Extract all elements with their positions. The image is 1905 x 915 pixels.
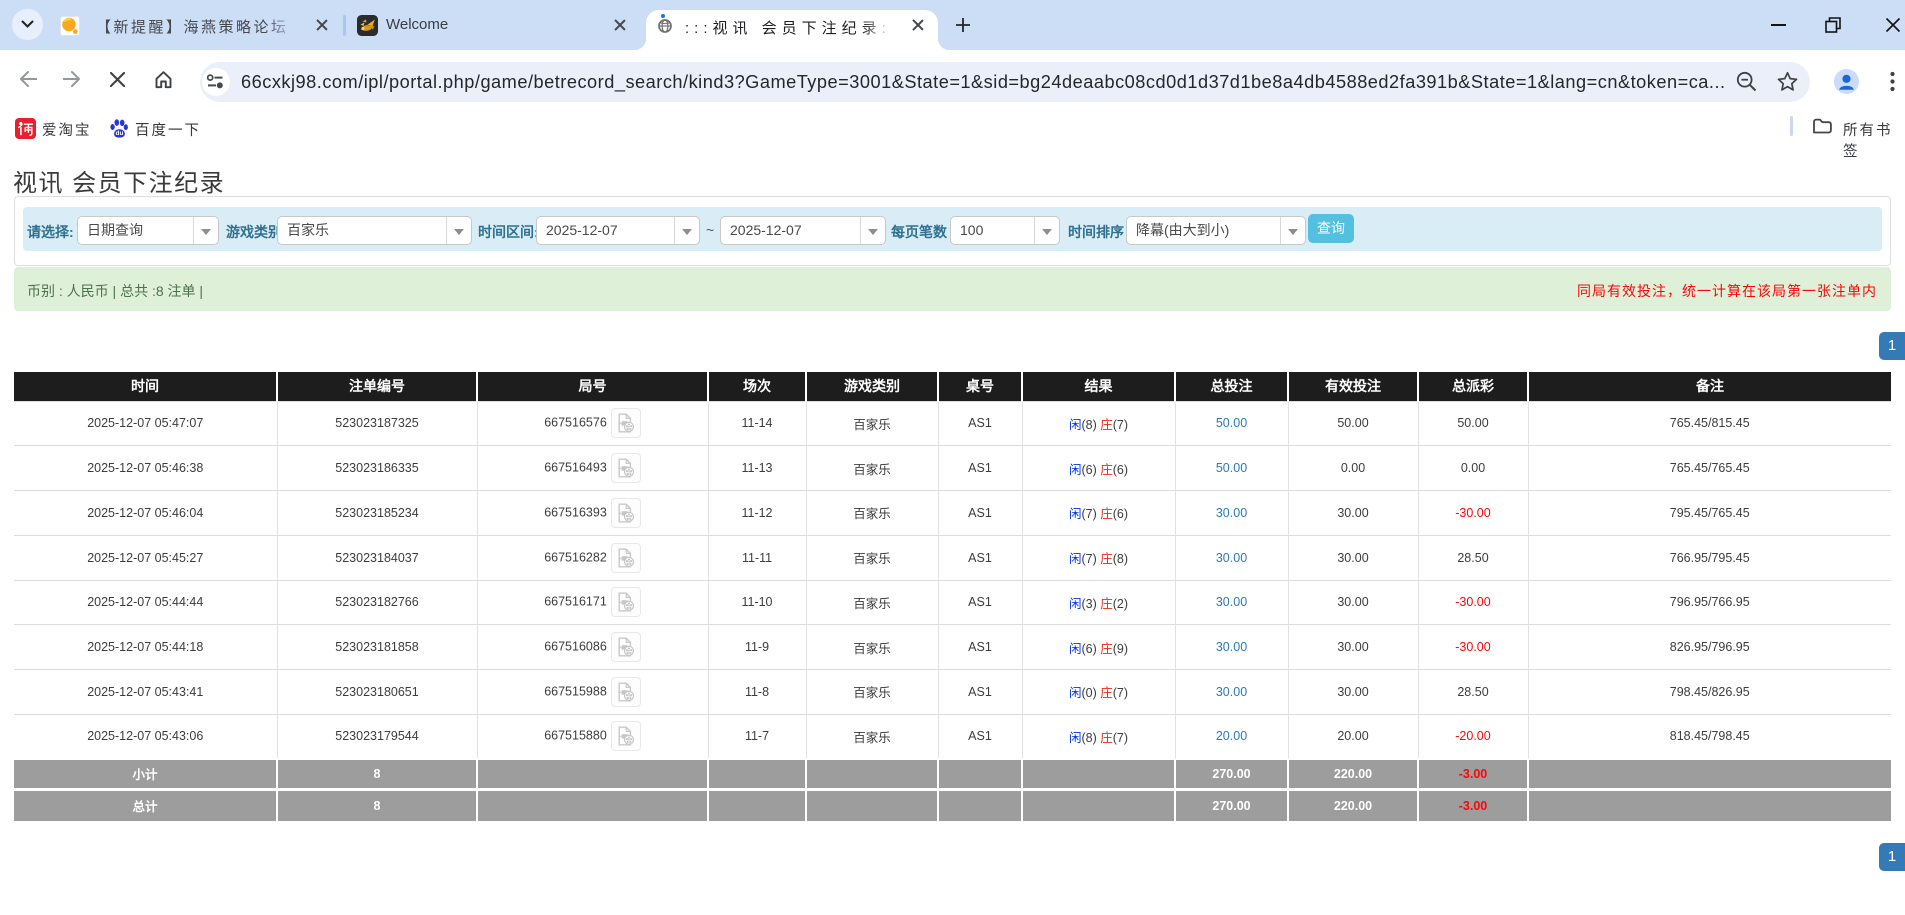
svg-text:du: du — [116, 130, 124, 137]
